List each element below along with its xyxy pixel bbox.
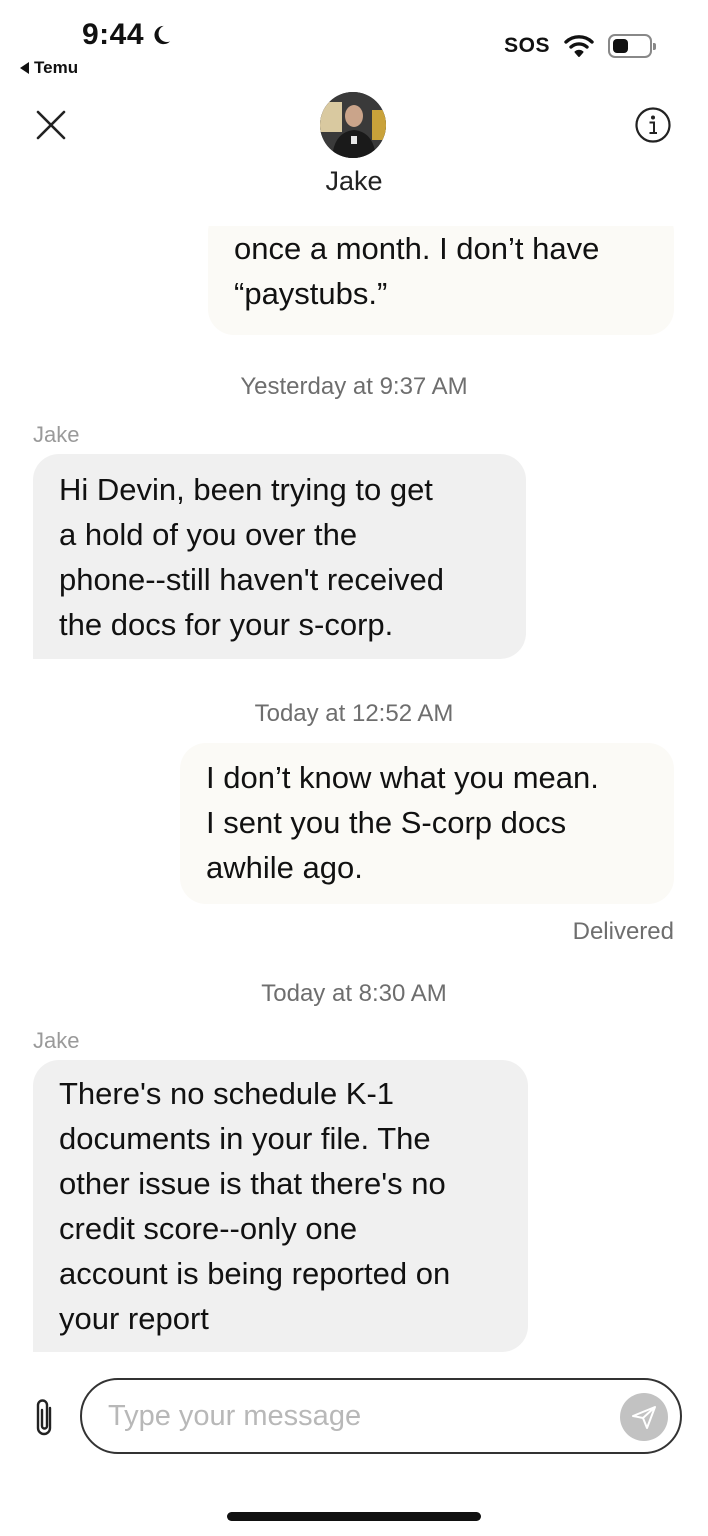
message-line: I sent you the S-corp docs (206, 805, 567, 840)
message-line: credit score--only one (59, 1211, 358, 1246)
message-line: awhile ago. (206, 850, 363, 885)
timestamp: Yesterday at 9:37 AM (240, 373, 468, 400)
sender-label: Jake (33, 1028, 80, 1053)
contact-photo (320, 92, 386, 158)
message-line: other issue is that there's no (59, 1166, 446, 1201)
message-line: I don’t know what you mean. (206, 760, 599, 795)
back-app-label: Temu (34, 58, 79, 77)
close-icon[interactable] (34, 108, 68, 142)
paperclip-icon[interactable] (30, 1396, 60, 1440)
timestamp: Today at 12:52 AM (254, 700, 454, 727)
message-bubble-outgoing[interactable]: once a month. I don’t have “paystubs.” (208, 226, 674, 335)
status-time: 9:44 (82, 18, 172, 52)
message-line: account is being reported on (59, 1256, 451, 1291)
wifi-icon (564, 35, 594, 57)
message-line: documents in your file. The (59, 1121, 431, 1156)
avatar[interactable] (320, 92, 386, 158)
message-line: Hi Devin, been trying to get (59, 472, 433, 507)
message-bubble-incoming[interactable]: There's no schedule K-1 documents in you… (33, 1060, 528, 1352)
status-time-text: 9:44 (82, 18, 145, 51)
sos-indicator: SOS (504, 34, 550, 57)
send-button[interactable] (620, 1393, 668, 1441)
timestamp: Today at 8:30 AM (261, 980, 447, 1007)
home-indicator[interactable] (227, 1512, 481, 1521)
sender-label: Jake (33, 422, 80, 447)
moon-icon (154, 25, 171, 45)
message-line: There's no schedule K-1 (59, 1076, 395, 1111)
battery-icon (608, 34, 656, 58)
message-line: a hold of you over the (59, 517, 358, 552)
message-list[interactable]: once a month. I don’t have “paystubs.” Y… (0, 226, 708, 1352)
battery-level (613, 39, 629, 53)
delivery-status: Delivered (572, 918, 674, 945)
contact-name: Jake (325, 166, 383, 196)
send-icon (632, 1406, 656, 1429)
back-triangle-icon (20, 62, 29, 74)
message-line: the docs for your s-corp. (59, 607, 394, 642)
message-bubble-outgoing[interactable]: I don’t know what you mean. I sent you t… (180, 743, 674, 904)
info-icon[interactable] (634, 106, 672, 144)
message-line: “paystubs.” (234, 276, 388, 311)
message-line: your report (59, 1301, 209, 1336)
message-line: phone--still haven't received (59, 562, 445, 597)
status-indicators: SOS (504, 34, 656, 58)
back-to-app-link[interactable]: Temu (20, 58, 78, 78)
message-line: once a month. I don’t have (234, 231, 600, 266)
message-input[interactable] (80, 1378, 682, 1454)
message-bubble-incoming[interactable]: Hi Devin, been trying to get a hold of y… (33, 454, 526, 659)
